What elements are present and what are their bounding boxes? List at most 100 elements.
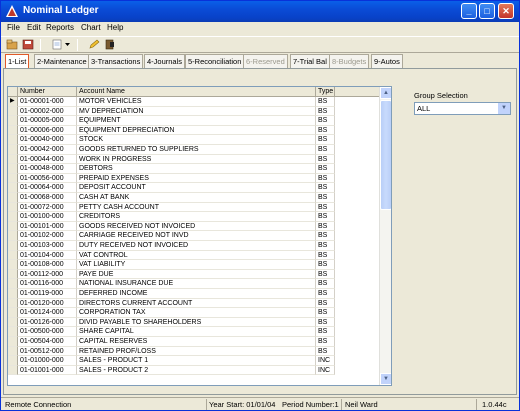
group-selection-dropdown[interactable]: ALL ▼ <box>414 102 511 115</box>
tab-trial-bal[interactable]: 7-Trial Bal <box>290 54 330 68</box>
minimize-button[interactable]: _ <box>461 3 477 19</box>
row-indicator[interactable] <box>8 202 18 213</box>
maximize-button[interactable]: □ <box>479 3 495 19</box>
account-name-cell[interactable]: STOCK <box>77 135 316 145</box>
account-number-cell[interactable]: 01-00108-000 <box>18 260 77 270</box>
account-name-cell[interactable]: SHARE CAPITAL <box>77 327 316 337</box>
account-type-cell[interactable]: BS <box>316 298 335 309</box>
account-number-cell[interactable]: 01-00104-000 <box>18 250 77 261</box>
account-number-cell[interactable]: 01-00048-000 <box>18 164 77 174</box>
account-type-cell[interactable]: BS <box>316 289 335 299</box>
table-row[interactable]: 01-00044-000 WORK IN PROGRESS BS <box>8 154 380 165</box>
account-number-cell[interactable]: 01-00040-000 <box>18 135 77 145</box>
account-number-cell[interactable]: 01-00064-000 <box>18 183 77 193</box>
account-type-cell[interactable]: BS <box>316 116 335 126</box>
account-number-cell[interactable]: 01-00102-000 <box>18 231 77 241</box>
account-type-cell[interactable]: BS <box>316 106 335 117</box>
account-name-cell[interactable]: DUTY RECEIVED NOT INVOICED <box>77 241 316 251</box>
account-number-cell[interactable]: 01-01001-000 <box>18 365 77 376</box>
account-type-cell[interactable]: BS <box>316 346 335 357</box>
account-name-cell[interactable]: DIVID PAYABLE TO SHAREHOLDERS <box>77 317 316 328</box>
account-type-cell[interactable]: BS <box>316 250 335 261</box>
account-name-cell[interactable]: CAPITAL RESERVES <box>77 337 316 347</box>
account-name-cell[interactable]: EQUIPMENT <box>77 116 316 126</box>
account-type-cell[interactable]: BS <box>316 260 335 270</box>
table-row[interactable]: 01-00072-000 PETTY CASH ACCOUNT BS <box>8 202 380 213</box>
account-type-cell[interactable]: BS <box>316 337 335 347</box>
row-indicator[interactable] <box>8 337 18 347</box>
row-indicator[interactable] <box>8 231 18 241</box>
account-number-cell[interactable]: 01-01000-000 <box>18 356 77 366</box>
account-name-cell[interactable]: EQUIPMENT DEPRECIATION <box>77 125 316 136</box>
account-type-cell[interactable]: BS <box>316 221 335 232</box>
tab-transactions[interactable]: 3-Transactions <box>88 54 144 68</box>
account-number-cell[interactable]: 01-00072-000 <box>18 202 77 213</box>
tab-reserved[interactable]: 6-Reserved <box>243 54 288 68</box>
account-name-cell[interactable]: PREPAID EXPENSES <box>77 173 316 184</box>
row-indicator[interactable] <box>8 356 18 366</box>
grid-vertical-scrollbar[interactable]: ▲ ▼ <box>379 87 391 385</box>
account-name-cell[interactable]: WORK IN PROGRESS <box>77 154 316 165</box>
table-row[interactable]: 01-01000-000 SALES - PRODUCT 1 INC <box>8 356 380 366</box>
account-type-cell[interactable]: BS <box>316 202 335 213</box>
table-row[interactable]: 01-00104-000 VAT CONTROL BS <box>8 250 380 261</box>
row-indicator[interactable] <box>8 365 18 376</box>
table-row[interactable]: 01-00100-000 CREDITORS BS <box>8 212 380 222</box>
menu-file[interactable]: File <box>7 23 20 32</box>
table-row[interactable]: 01-00119-000 DEFERRED INCOME BS <box>8 289 380 299</box>
row-indicator[interactable] <box>8 173 18 184</box>
row-indicator[interactable] <box>8 241 18 251</box>
open-icon[interactable] <box>6 39 18 50</box>
header-number[interactable]: Number <box>18 87 77 97</box>
account-number-cell[interactable]: 01-00068-000 <box>18 193 77 203</box>
account-name-cell[interactable]: NATIONAL INSURANCE DUE <box>77 279 316 289</box>
account-name-cell[interactable]: MOTOR VEHICLES <box>77 97 316 107</box>
account-type-cell[interactable]: BS <box>316 269 335 280</box>
tab-reconciliation[interactable]: 5-Reconciliation <box>185 54 245 68</box>
account-number-cell[interactable]: 01-00116-000 <box>18 279 77 289</box>
table-row[interactable]: 01-00102-000 CARRIAGE RECEIVED NOT INVD BS <box>8 231 380 241</box>
table-row[interactable]: 01-00500-000 SHARE CAPITAL BS <box>8 327 380 337</box>
row-indicator[interactable] <box>8 308 18 318</box>
table-row[interactable]: 01-00002-000 MV DEPRECIATION BS <box>8 106 380 117</box>
tab-autos[interactable]: 9-Autos <box>371 54 403 68</box>
account-type-cell[interactable]: BS <box>316 183 335 193</box>
account-number-cell[interactable]: 01-00042-000 <box>18 145 77 155</box>
account-number-cell[interactable]: 01-00120-000 <box>18 298 77 309</box>
account-number-cell[interactable]: 01-00100-000 <box>18 212 77 222</box>
table-row[interactable]: 01-00048-000 DEBTORS BS <box>8 164 380 174</box>
table-row[interactable]: 01-00040-000 STOCK BS <box>8 135 380 145</box>
table-row[interactable]: 01-00116-000 NATIONAL INSURANCE DUE BS <box>8 279 380 289</box>
account-name-cell[interactable]: DEFERRED INCOME <box>77 289 316 299</box>
account-type-cell[interactable]: BS <box>316 173 335 184</box>
account-type-cell[interactable]: BS <box>316 193 335 203</box>
account-type-cell[interactable]: INC <box>316 365 335 376</box>
row-indicator[interactable] <box>8 164 18 174</box>
account-name-cell[interactable]: MV DEPRECIATION <box>77 106 316 117</box>
account-type-cell[interactable]: BS <box>316 241 335 251</box>
account-name-cell[interactable]: GOODS RETURNED TO SUPPLIERS <box>77 145 316 155</box>
row-indicator[interactable] <box>8 183 18 193</box>
row-indicator[interactable] <box>8 260 18 270</box>
account-type-cell[interactable]: BS <box>316 308 335 318</box>
accounts-grid[interactable]: Number Account Name Type ▶ 01-00001-000 MO… <box>7 86 392 386</box>
table-row[interactable]: 01-00512-000 RETAINED PROF/LOSS BS <box>8 346 380 357</box>
row-indicator[interactable] <box>8 279 18 289</box>
account-name-cell[interactable]: CARRIAGE RECEIVED NOT INVD <box>77 231 316 241</box>
account-name-cell[interactable]: DEPOSIT ACCOUNT <box>77 183 316 193</box>
account-type-cell[interactable]: BS <box>316 125 335 136</box>
account-type-cell[interactable]: BS <box>316 164 335 174</box>
account-name-cell[interactable]: SALES - PRODUCT 1 <box>77 356 316 366</box>
account-number-cell[interactable]: 01-00119-000 <box>18 289 77 299</box>
table-row[interactable]: 01-01001-000 SALES - PRODUCT 2 INC <box>8 365 380 376</box>
close-button[interactable]: ✕ <box>498 3 514 19</box>
row-indicator[interactable] <box>8 145 18 155</box>
table-row[interactable]: 01-00108-000 VAT LIABILITY BS <box>8 260 380 270</box>
row-indicator[interactable] <box>8 250 18 261</box>
account-name-cell[interactable]: RETAINED PROF/LOSS <box>77 346 316 357</box>
account-number-cell[interactable]: 01-00056-000 <box>18 173 77 184</box>
account-type-cell[interactable]: BS <box>316 154 335 165</box>
dropdown-arrow-icon[interactable] <box>64 39 71 50</box>
row-indicator[interactable] <box>8 346 18 357</box>
table-row[interactable]: 01-00124-000 CORPORATION TAX BS <box>8 308 380 318</box>
